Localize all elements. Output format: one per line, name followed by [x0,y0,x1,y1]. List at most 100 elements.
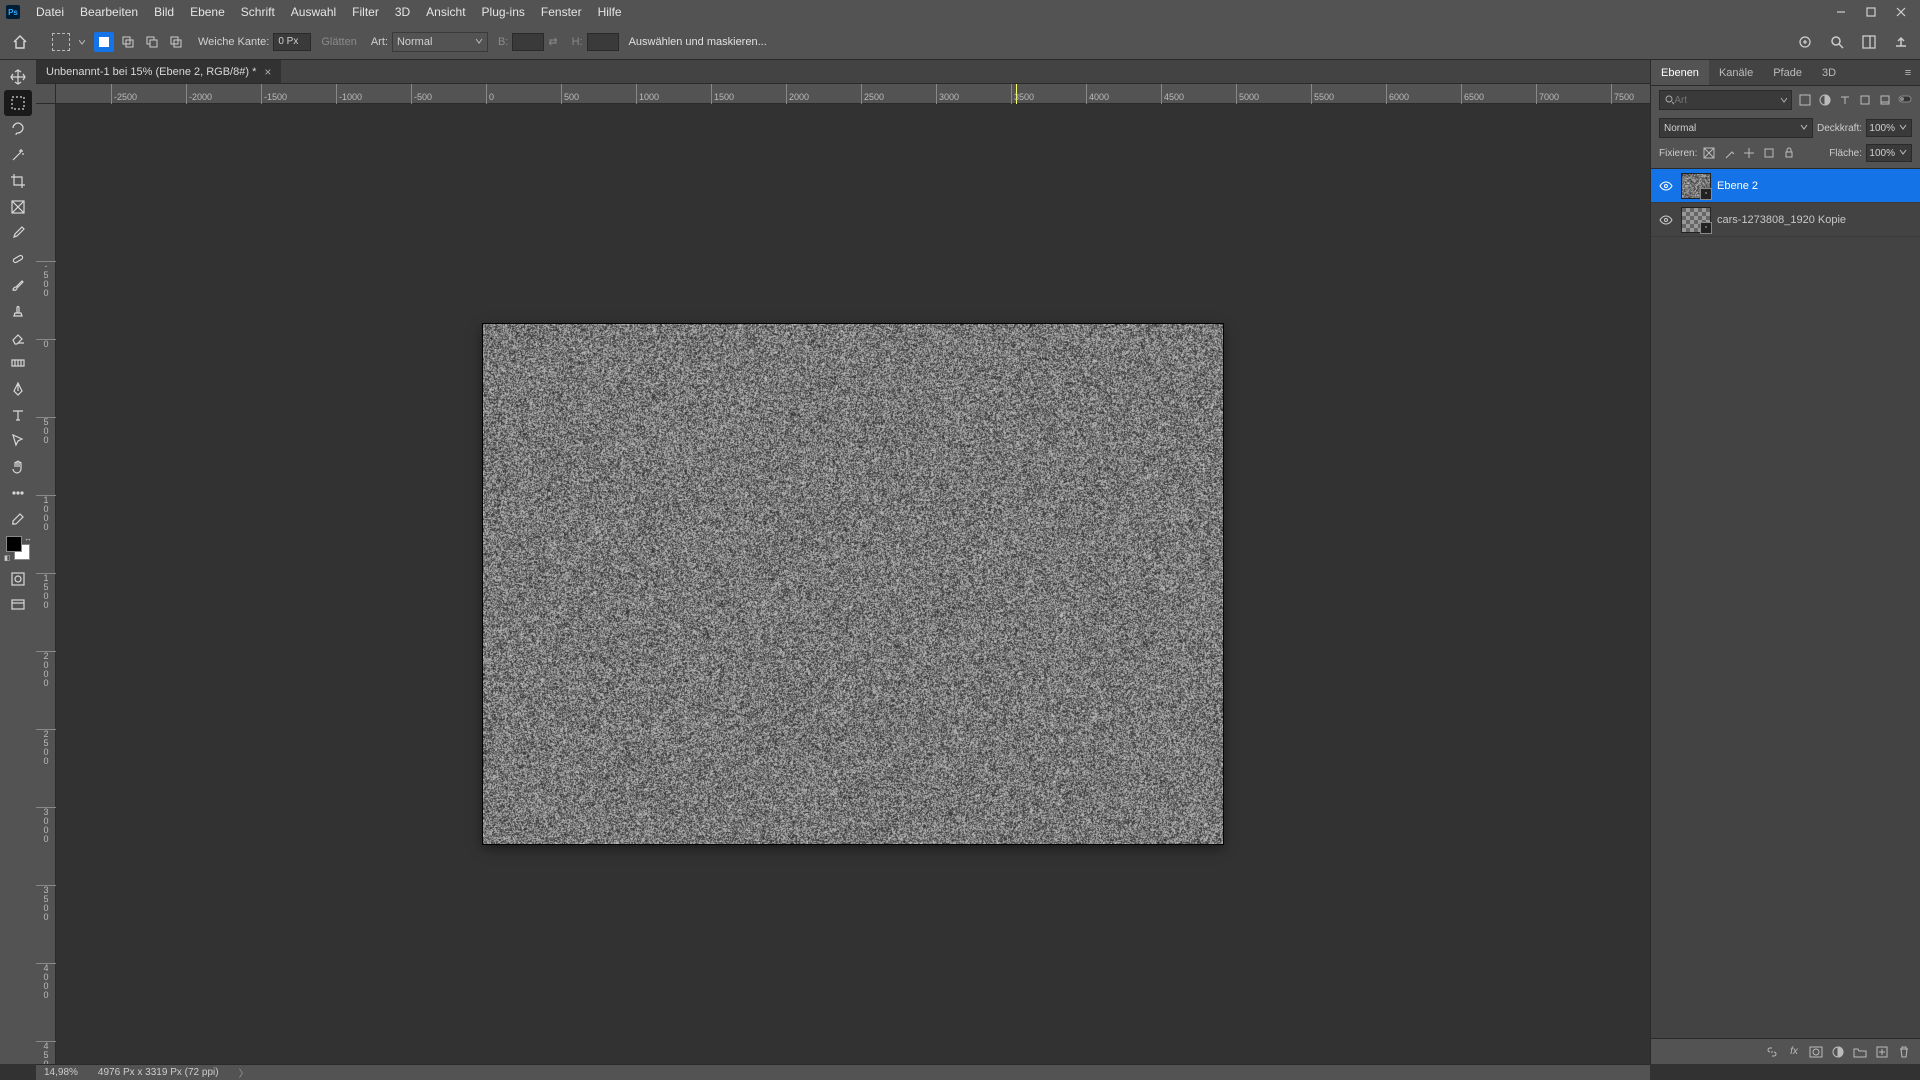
brush-tool[interactable] [4,272,32,298]
gradient-tool[interactable] [4,350,32,376]
filter-type-icon[interactable] [1836,91,1854,109]
filter-pixel-icon[interactable] [1796,91,1814,109]
menu-auswahl[interactable]: Auswahl [283,0,344,24]
menu-ebene[interactable]: Ebene [182,0,233,24]
lock-artboard-icon[interactable] [1761,145,1777,161]
ruler-origin-corner[interactable] [36,84,56,104]
layer-row[interactable]: ▫ cars-1273808_1920 Kopie [1651,203,1920,237]
crop-tool[interactable] [4,168,32,194]
filter-adjust-icon[interactable] [1816,91,1834,109]
healing-brush-tool[interactable] [4,246,32,272]
layer-thumbnail[interactable]: ▫ [1681,173,1711,199]
share-icon[interactable] [1888,29,1914,55]
cloud-docs-icon[interactable] [1792,29,1818,55]
marquee-dropdown[interactable] [78,30,86,54]
foreground-color-swatch[interactable] [6,536,22,552]
panel-menu-icon[interactable]: ≡ [1896,60,1920,85]
layer-fx-icon[interactable]: fx [1784,1042,1804,1062]
link-layers-icon[interactable] [1762,1042,1782,1062]
panel-tab-kanäle[interactable]: Kanäle [1709,60,1763,85]
filter-shape-icon[interactable] [1856,91,1874,109]
feather-label: Weiche Kante: [198,36,269,48]
menu-bild[interactable]: Bild [146,0,182,24]
layer-filter-search[interactable] [1659,90,1792,110]
eraser-tool[interactable] [4,324,32,350]
edit-toolbar[interactable] [4,506,32,532]
zoom-level[interactable]: 14,98% [44,1067,78,1078]
lock-position-icon[interactable] [1741,145,1757,161]
dots-tool[interactable] [4,480,32,506]
default-colors-icon[interactable]: ◧ [4,554,11,562]
marquee-tool[interactable] [4,90,32,116]
panel-tab-pfade[interactable]: Pfade [1763,60,1812,85]
panel-tab-3d[interactable]: 3D [1812,60,1846,85]
vertical-ruler[interactable]: -500050010001500200025003000350040004500 [36,104,56,1064]
layer-visibility-toggle[interactable] [1657,211,1675,229]
menu-datei[interactable]: Datei [28,0,72,24]
path-selection-tool[interactable] [4,428,32,454]
layer-thumbnail[interactable]: ▫ [1681,207,1711,233]
lock-transparency-icon[interactable] [1701,145,1717,161]
style-select[interactable]: Normal [392,32,488,52]
blend-mode-select[interactable]: Normal [1659,118,1813,138]
selection-intersect[interactable] [166,32,186,52]
menu-3d[interactable]: 3D [387,0,418,24]
delete-layer-icon[interactable] [1894,1042,1914,1062]
menu-fenster[interactable]: Fenster [533,0,590,24]
selection-subtract[interactable] [142,32,162,52]
magic-wand-tool[interactable] [4,142,32,168]
layer-name-label[interactable]: Ebene 2 [1717,180,1758,192]
workspace-switcher-icon[interactable] [1856,29,1882,55]
panel-tab-ebenen[interactable]: Ebenen [1651,60,1709,85]
menu-schrift[interactable]: Schrift [233,0,283,24]
window-close[interactable] [1886,0,1916,24]
status-bar: 14,98% 4976 Px x 3319 Px (72 ppi) 〉 [36,1064,1650,1080]
layer-mask-icon[interactable] [1806,1042,1826,1062]
lock-all-icon[interactable] [1781,145,1797,161]
selection-add[interactable] [118,32,138,52]
screen-mode-toggle[interactable] [4,592,32,618]
search-icon[interactable] [1824,29,1850,55]
close-tab-icon[interactable]: × [264,65,271,79]
status-chevron-icon[interactable]: 〉 [239,1065,249,1080]
opacity-value[interactable]: 100% [1866,119,1912,137]
clone-stamp-tool[interactable] [4,298,32,324]
color-swatches[interactable]: ↔ ◧ [4,534,32,562]
document-tab[interactable]: Unbenannt-1 bei 15% (Ebene 2, RGB/8#) * … [36,60,281,83]
type-tool[interactable] [4,402,32,428]
layer-visibility-toggle[interactable] [1657,177,1675,195]
selection-new[interactable] [94,32,114,52]
eyedropper-tool[interactable] [4,220,32,246]
lock-pixels-icon[interactable] [1721,145,1737,161]
swap-colors-icon[interactable]: ↔ [24,534,32,543]
lasso-tool[interactable] [4,116,32,142]
window-maximize[interactable] [1856,0,1886,24]
layer-row[interactable]: ▫ Ebene 2 [1651,169,1920,203]
filter-toggle-switch[interactable] [1898,94,1912,107]
menu-bearbeiten[interactable]: Bearbeiten [72,0,146,24]
layer-filter-input[interactable] [1674,95,1780,106]
fill-value[interactable]: 100% [1866,144,1912,162]
select-and-mask-button[interactable]: Auswählen und maskieren... [629,36,767,48]
menu-plug-ins[interactable]: Plug-ins [474,0,533,24]
window-minimize[interactable] [1826,0,1856,24]
home-button[interactable] [6,28,34,56]
filter-smart-icon[interactable] [1876,91,1894,109]
adjustment-layer-icon[interactable] [1828,1042,1848,1062]
menu-ansicht[interactable]: Ansicht [418,0,473,24]
pen-tool[interactable] [4,376,32,402]
canvas-area[interactable] [56,104,1650,1064]
quick-mask-toggle[interactable] [4,566,32,592]
hand-tool[interactable] [4,454,32,480]
document-canvas[interactable] [483,324,1223,844]
move-tool[interactable] [4,64,32,90]
feather-input[interactable] [273,33,311,51]
new-layer-icon[interactable] [1872,1042,1892,1062]
menu-hilfe[interactable]: Hilfe [590,0,630,24]
layer-group-icon[interactable] [1850,1042,1870,1062]
menu-filter[interactable]: Filter [344,0,387,24]
frame-tool[interactable] [4,194,32,220]
layer-name-label[interactable]: cars-1273808_1920 Kopie [1717,214,1846,226]
horizontal-ruler[interactable]: -2500-2000-1500-1000-5000500100015002000… [56,84,1650,104]
document-info[interactable]: 4976 Px x 3319 Px (72 ppi) [98,1067,219,1078]
